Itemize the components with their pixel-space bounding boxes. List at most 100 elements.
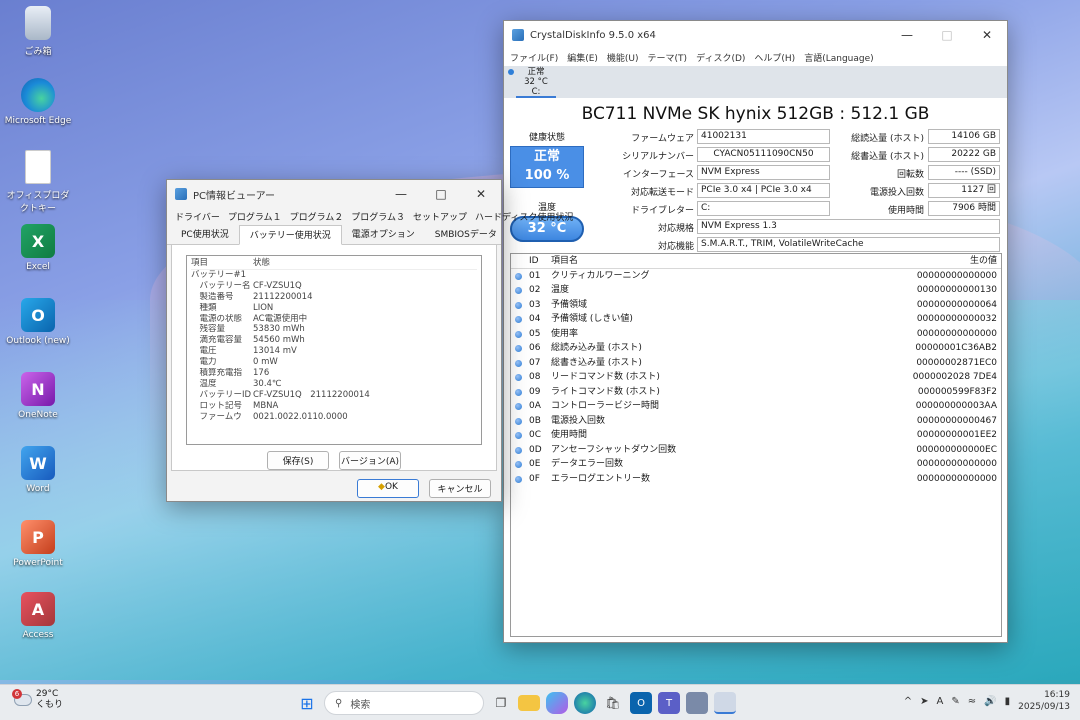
- search-box[interactable]: ⚲ 検索: [324, 691, 484, 715]
- outlook-taskbar-icon[interactable]: O: [630, 692, 652, 714]
- battery-item-name: 温度: [191, 378, 217, 389]
- task-view-icon[interactable]: ❐: [490, 692, 512, 714]
- tab-driver[interactable]: ドライバー: [171, 208, 224, 225]
- menu-file[interactable]: ファイル(F): [510, 51, 558, 64]
- close-button[interactable]: ✕: [461, 180, 501, 208]
- smart-row[interactable]: 04 予備領域 (しきい値) 00000000000032: [511, 312, 1001, 327]
- battery-list-row[interactable]: ファームウ 0021.0022.0110.0000: [191, 412, 477, 423]
- smart-row[interactable]: 0E データエラー回数 00000000000000: [511, 457, 1001, 472]
- battery-list-row[interactable]: バッテリーID CF-VZSU1Q 21112200014: [191, 390, 477, 401]
- smart-row[interactable]: 0B 電源投入回数 00000000000467: [511, 414, 1001, 429]
- weather-widget[interactable]: 6 29°C くもり: [12, 689, 63, 711]
- standard-value: NVM Express 1.3: [697, 219, 1000, 234]
- battery-list-row[interactable]: ロット記号 MBNA: [191, 401, 477, 412]
- wifi-icon[interactable]: ≈: [968, 696, 976, 707]
- minimize-button[interactable]: —: [887, 21, 927, 49]
- file-explorer-icon[interactable]: [518, 695, 540, 711]
- health-status-box[interactable]: 正常 100 %: [510, 146, 584, 188]
- smart-row[interactable]: 05 使用率 00000000000000: [511, 327, 1001, 342]
- battery-item-name: 電源の状態: [191, 313, 243, 324]
- smart-id: 0C: [529, 430, 542, 440]
- edge-taskbar-icon[interactable]: [574, 692, 596, 714]
- smart-row[interactable]: 07 総書き込み量 (ホスト) 00000002871EC0: [511, 356, 1001, 371]
- tab-disk-usage[interactable]: ハードディスク使用状況: [471, 208, 577, 225]
- smart-col-name[interactable]: 項目名: [551, 254, 883, 268]
- smart-row[interactable]: 0A コントローラービジー時間 000000000003AA: [511, 399, 1001, 414]
- copilot-icon[interactable]: [546, 692, 568, 714]
- menu-language[interactable]: 言語(Language): [804, 51, 873, 64]
- battery-list-row[interactable]: 電力 0 mW: [191, 357, 477, 368]
- smart-col-raw[interactable]: 生の値: [883, 254, 1001, 268]
- battery-listbox[interactable]: 項目 状態 バッテリー#1 バッテリー名 CF-VZSU1Q 製造番号 211122…: [186, 255, 482, 445]
- tab-smbios[interactable]: SMBIOSデータ: [425, 225, 507, 244]
- pcinfo-titlebar[interactable]: PC情報ビューアー — □ ✕: [167, 180, 501, 208]
- menu-disk[interactable]: ディスク(D): [696, 51, 745, 64]
- drive-tab-c[interactable]: 正常 32 °C C:: [508, 66, 556, 98]
- desktop-icon-outlook[interactable]: O Outlook (new): [4, 298, 72, 346]
- maximize-button[interactable]: □: [927, 21, 967, 49]
- ime-icon[interactable]: A: [937, 696, 944, 707]
- smart-row[interactable]: 01 クリティカルワーニング 00000000000000: [511, 269, 1001, 284]
- battery-list-row[interactable]: 種類 LION: [191, 303, 477, 314]
- close-button[interactable]: ✕: [967, 21, 1007, 49]
- maximize-button[interactable]: □: [421, 180, 461, 208]
- pen-icon[interactable]: ✎: [951, 696, 959, 707]
- ok-button[interactable]: ◆OK: [357, 479, 419, 498]
- status-dot-icon: [511, 341, 529, 356]
- start-button[interactable]: ⊞: [296, 692, 318, 714]
- battery-list-row[interactable]: 積算充電指 176: [191, 368, 477, 379]
- smart-id: 0E: [529, 459, 541, 469]
- version-button[interactable]: バージョン(A): [339, 451, 401, 470]
- tab-power-options[interactable]: 電源オプション: [342, 225, 425, 244]
- smart-row[interactable]: 02 温度 00000000000130: [511, 283, 1001, 298]
- smart-row[interactable]: 08 リードコマンド数 (ホスト) 0000002028 7DE4: [511, 370, 1001, 385]
- battery-list-row[interactable]: バッテリー#1: [191, 270, 477, 281]
- volume-icon[interactable]: 🔊: [984, 696, 996, 707]
- tab-setup[interactable]: セットアップ: [409, 208, 471, 225]
- chevron-up-icon[interactable]: ^: [904, 696, 912, 707]
- tab-program-1[interactable]: プログラム１: [224, 208, 286, 225]
- battery-list-row[interactable]: バッテリー名 CF-VZSU1Q: [191, 281, 477, 292]
- desktop-icon-word[interactable]: W Word: [4, 446, 72, 494]
- teams-icon[interactable]: T: [658, 692, 680, 714]
- menu-function[interactable]: 機能(U): [607, 51, 639, 64]
- battery-list-row[interactable]: 電圧 13014 mV: [191, 346, 477, 357]
- smart-row[interactable]: 0D アンセーフシャットダウン回数 000000000000EC: [511, 443, 1001, 458]
- tab-program-3[interactable]: プログラム３: [347, 208, 409, 225]
- tab-pc-usage[interactable]: PC使用状況: [171, 225, 239, 244]
- cdi-titlebar[interactable]: CrystalDiskInfo 9.5.0 x64 — □ ✕: [504, 21, 1007, 49]
- send-icon[interactable]: ➤: [920, 696, 928, 707]
- menu-theme[interactable]: テーマ(T): [648, 51, 688, 64]
- battery-list-row[interactable]: 温度 30.4℃: [191, 379, 477, 390]
- smart-row[interactable]: 09 ライトコマンド数 (ホスト) 000000599F83F2: [511, 385, 1001, 400]
- menu-edit[interactable]: 編集(E): [567, 51, 598, 64]
- pc-info-taskbar-icon[interactable]: [686, 692, 708, 714]
- desktop-icon-product-key[interactable]: オフィスプロダクトキー: [4, 150, 72, 214]
- smart-col-id[interactable]: ID: [529, 254, 551, 268]
- desktop-icon-edge[interactable]: Microsoft Edge: [4, 78, 72, 126]
- cancel-button[interactable]: キャンセル: [429, 479, 491, 498]
- smart-row[interactable]: 06 総読み込み量 (ホスト) 00000001C36AB2: [511, 341, 1001, 356]
- battery-list-row[interactable]: 電源の状態 AC電源使用中: [191, 314, 477, 325]
- store-icon[interactable]: 🛍: [602, 692, 624, 714]
- smart-row[interactable]: 0C 使用時間 00000000001EE2: [511, 428, 1001, 443]
- tab-battery-usage[interactable]: バッテリー使用状況: [238, 225, 342, 245]
- reads-value: 14106 GB: [928, 129, 1000, 144]
- tab-program-2[interactable]: プログラム２: [286, 208, 348, 225]
- desktop-icon-onenote[interactable]: N OneNote: [4, 372, 72, 420]
- battery-list-row[interactable]: 満充電容量 54560 mWh: [191, 335, 477, 346]
- smart-row[interactable]: 0F エラーログエントリー数 00000000000000: [511, 472, 1001, 487]
- desktop-icon-access[interactable]: A Access: [4, 592, 72, 640]
- crystaldiskinfo-taskbar-icon[interactable]: [714, 692, 736, 714]
- save-button[interactable]: 保存(S): [267, 451, 329, 470]
- menu-help[interactable]: ヘルプ(H): [754, 51, 795, 64]
- clock[interactable]: 16:19 2025/09/13: [1018, 689, 1070, 713]
- battery-list-row[interactable]: 残容量 53830 mWh: [191, 324, 477, 335]
- desktop-icon-excel[interactable]: X Excel: [4, 224, 72, 272]
- battery-icon[interactable]: ▮: [1005, 696, 1011, 707]
- desktop-icon-powerpoint[interactable]: P PowerPoint: [4, 520, 72, 568]
- smart-row[interactable]: 03 予備領域 00000000000064: [511, 298, 1001, 313]
- desktop-icon-recycle-bin[interactable]: ごみ箱: [4, 6, 72, 57]
- minimize-button[interactable]: —: [381, 180, 421, 208]
- battery-list-row[interactable]: 製造番号 21112200014: [191, 292, 477, 303]
